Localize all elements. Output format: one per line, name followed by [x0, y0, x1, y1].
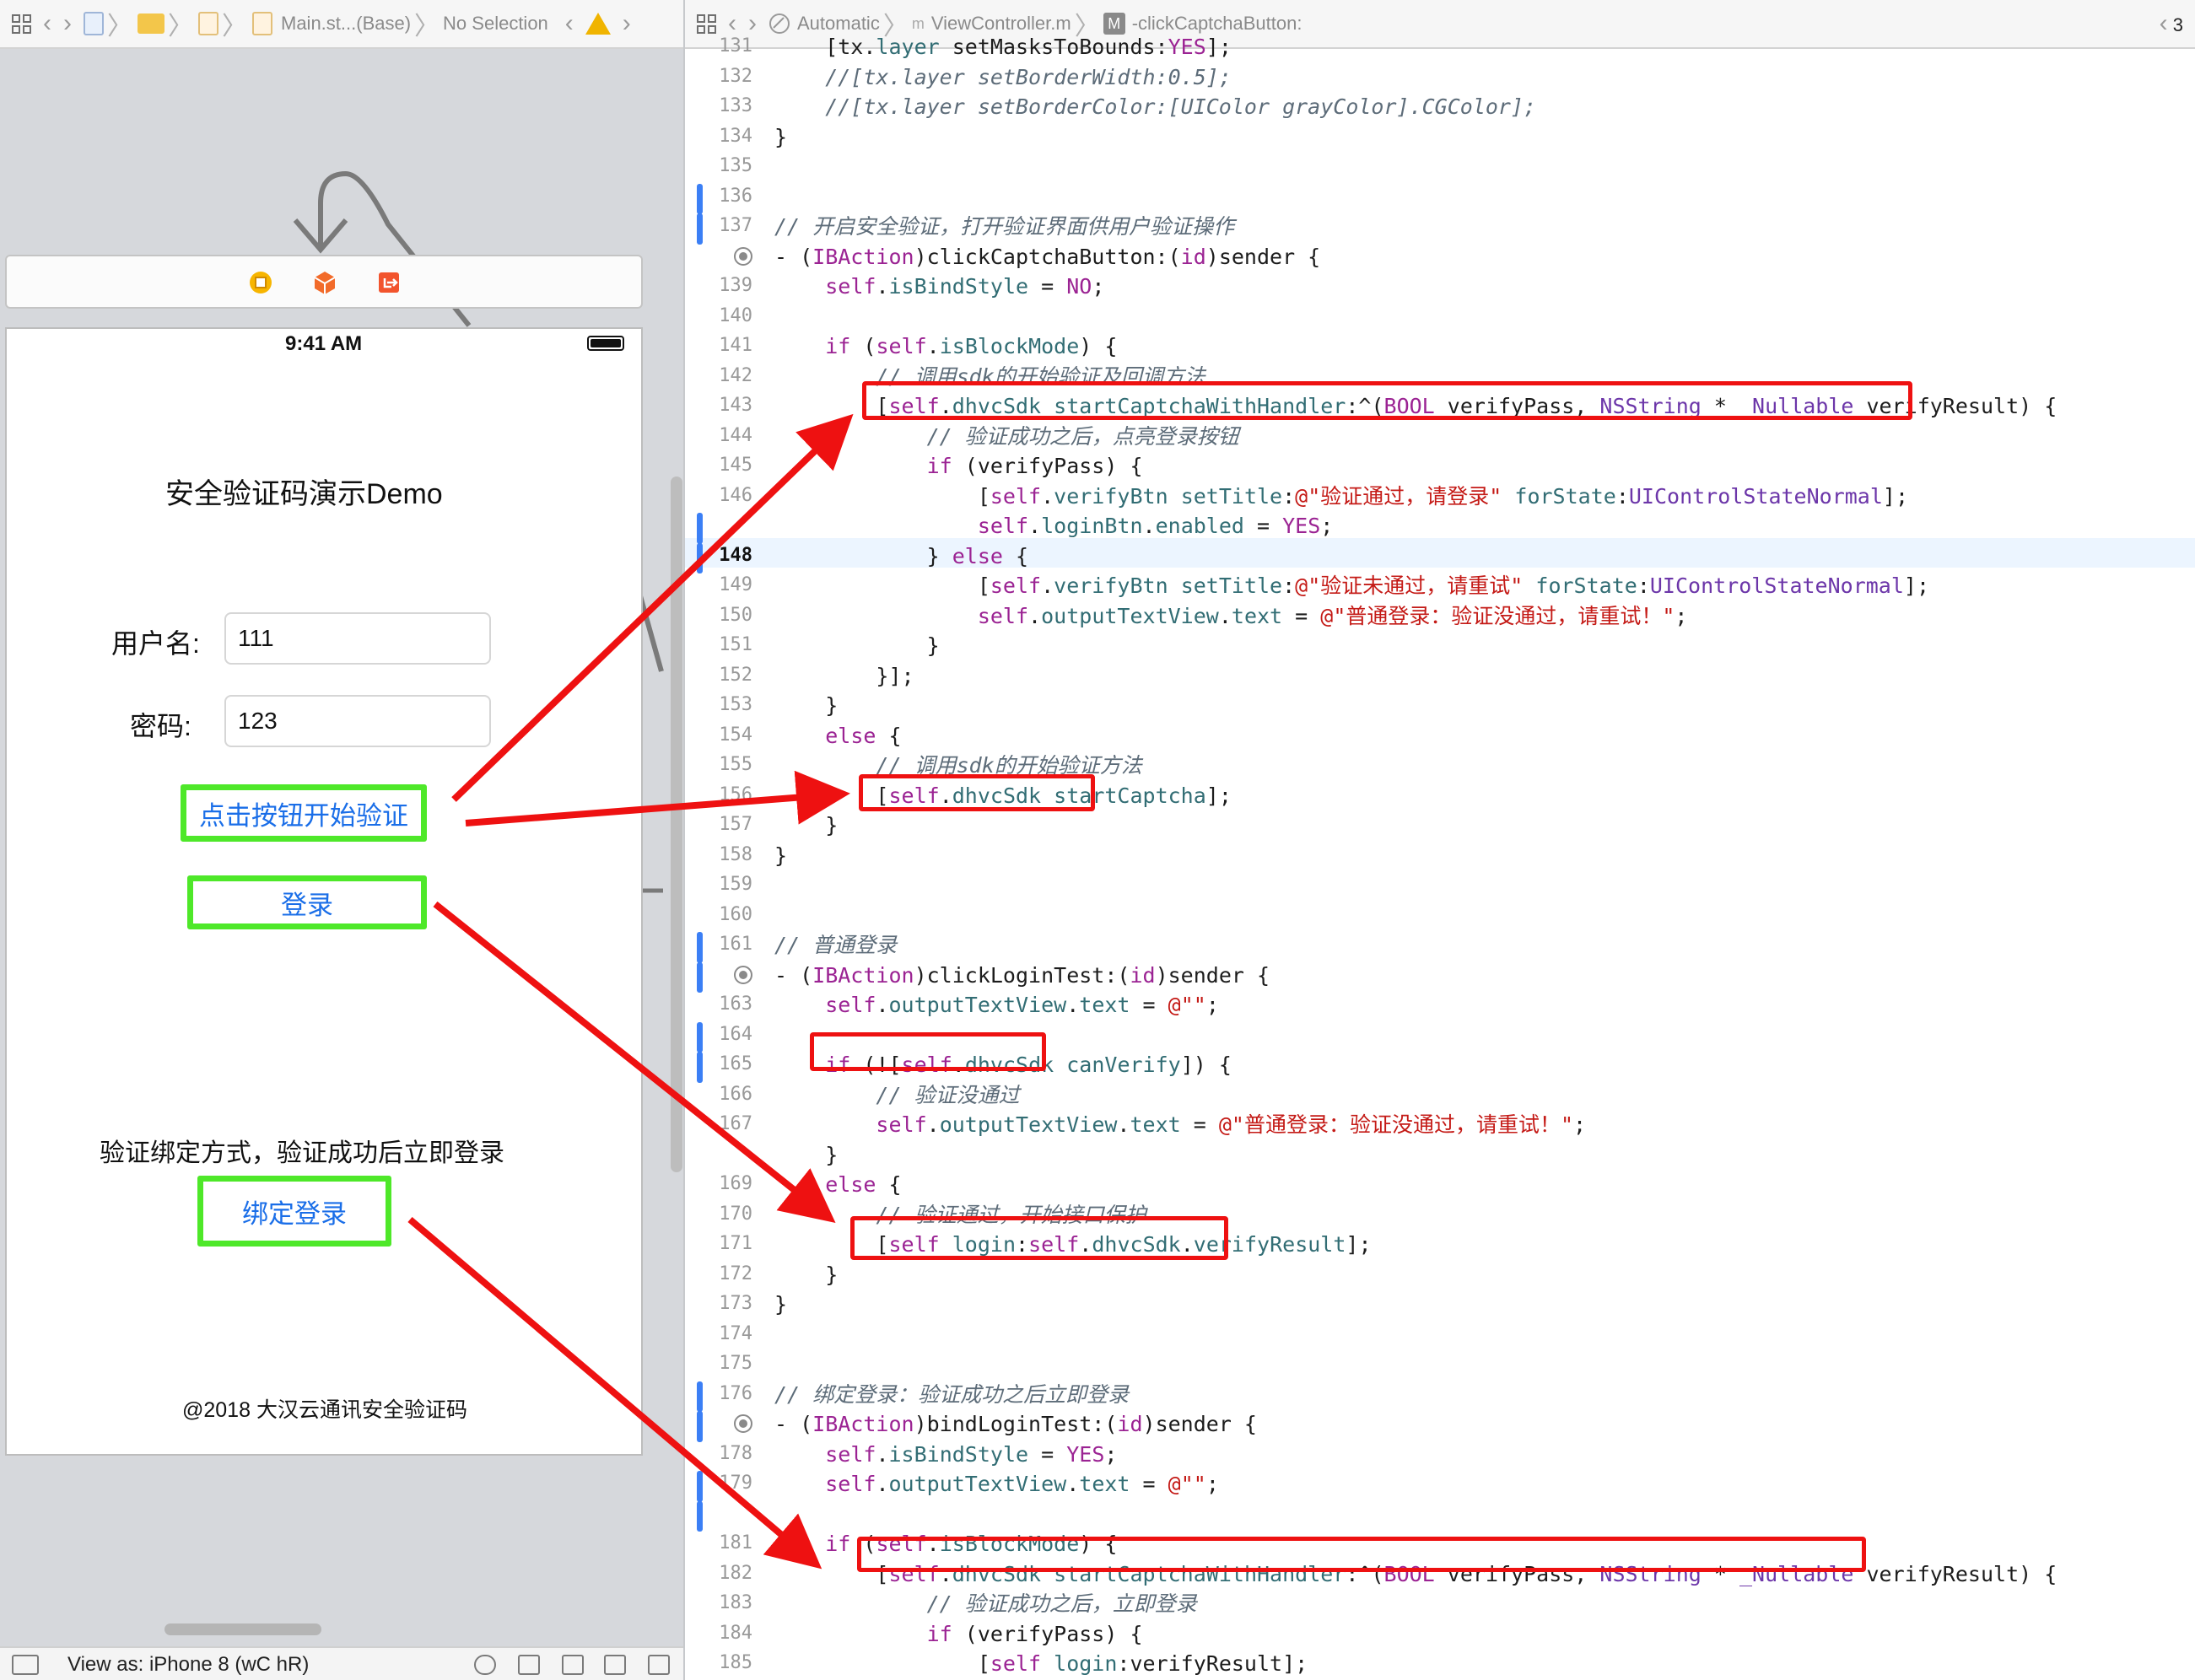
- arrow-verify-to-start-captcha: [465, 770, 850, 827]
- arrow-bind-to-handler: [407, 1216, 822, 1570]
- arrow-login-to-verify-result: [433, 901, 836, 1223]
- arrow-verify-to-handler: [451, 413, 854, 802]
- annotation-arrows: [407, 413, 854, 1570]
